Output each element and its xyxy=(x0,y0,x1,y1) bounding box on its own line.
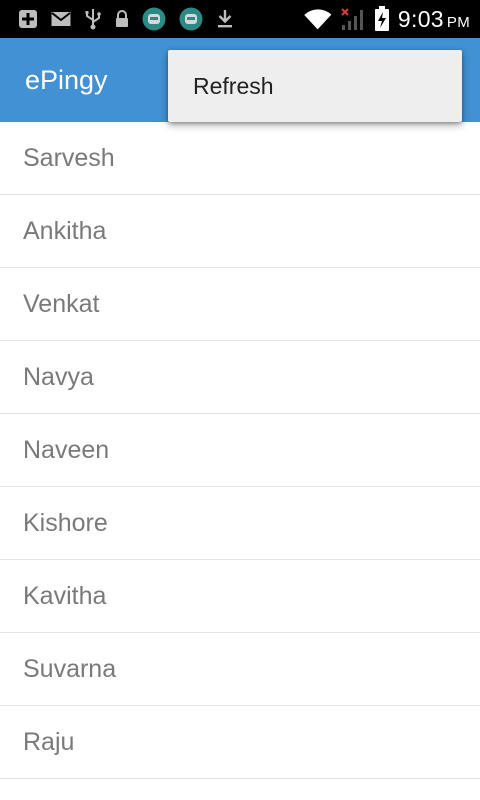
list-item-label: Navya xyxy=(23,362,94,391)
app-title: ePingy xyxy=(25,64,108,95)
android-app-icon xyxy=(179,7,203,31)
list-item[interactable]: Venkat xyxy=(0,268,480,341)
list-item-label: Venkat xyxy=(23,289,100,318)
add-box-icon xyxy=(18,9,38,29)
usb-icon xyxy=(84,8,102,30)
contact-list[interactable]: Sarvesh Ankitha Venkat Navya Naveen Kish… xyxy=(0,122,480,779)
list-item[interactable]: Navya xyxy=(0,341,480,414)
clock-time: 9:03 xyxy=(397,5,444,32)
list-item-label: Suvarna xyxy=(23,654,117,683)
android-app-icon xyxy=(142,7,166,31)
download-icon xyxy=(216,9,234,29)
overflow-menu: Refresh xyxy=(168,50,462,122)
system-icons: 9:03 PM xyxy=(296,0,470,38)
list-item[interactable]: Suvarna xyxy=(0,633,480,706)
list-item-label: Kavitha xyxy=(23,581,107,610)
list-item[interactable]: Naveen xyxy=(0,414,480,487)
wifi-icon xyxy=(304,8,332,30)
list-item[interactable]: Kishore xyxy=(0,487,480,560)
menu-item-label: Refresh xyxy=(193,72,274,99)
notification-icons xyxy=(18,0,247,38)
clock-ampm: PM xyxy=(446,13,470,31)
battery-charging-icon xyxy=(374,6,390,32)
list-item[interactable]: Raju xyxy=(0,706,480,779)
no-signal-icon xyxy=(340,7,366,31)
list-item[interactable]: Ankitha xyxy=(0,195,480,268)
list-item[interactable]: Kavitha xyxy=(0,560,480,633)
refresh-menu-item[interactable]: Refresh xyxy=(168,50,462,122)
lock-icon xyxy=(115,10,129,28)
list-item-label: Naveen xyxy=(23,435,110,464)
list-item-label: Ankitha xyxy=(23,216,107,245)
list-item-label: Sarvesh xyxy=(23,143,115,172)
status-clock: 9:03 PM xyxy=(398,6,470,33)
list-item-label: Kishore xyxy=(23,508,108,537)
status-bar: 9:03 PM xyxy=(0,0,480,38)
mail-icon xyxy=(51,11,71,27)
list-item-label: Raju xyxy=(23,727,75,756)
list-item[interactable]: Sarvesh xyxy=(0,122,480,195)
